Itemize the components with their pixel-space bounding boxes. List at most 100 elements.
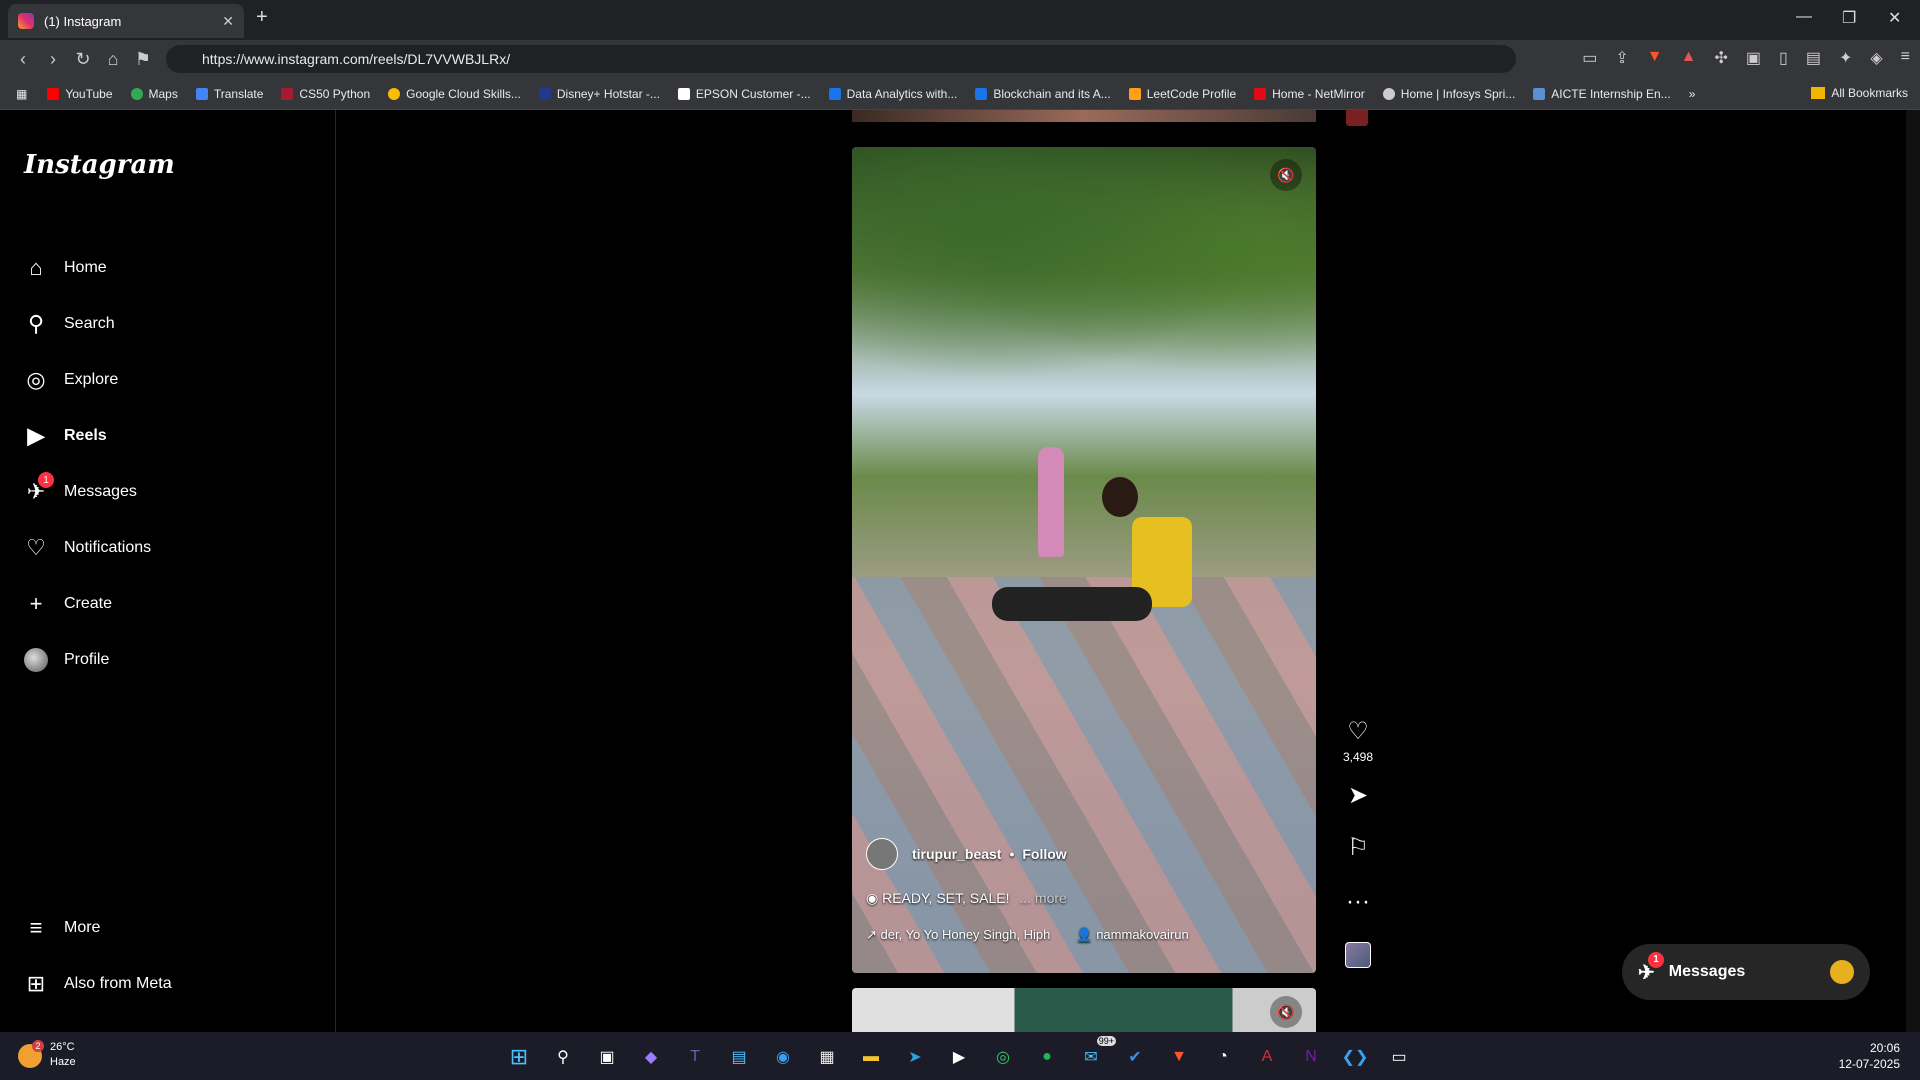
weather-widget[interactable]: 2 26°C Haze — [18, 1040, 76, 1070]
wallet-icon[interactable]: ▤ — [1806, 48, 1821, 68]
bookmark-cs50[interactable]: CS50 Python — [281, 87, 370, 101]
close-tab-icon[interactable]: ✕ — [222, 13, 234, 30]
bookmark-hotstar[interactable]: Disney+ Hotstar -... — [538, 87, 660, 101]
brave-icon[interactable]: ▼ — [1164, 1042, 1194, 1072]
sidebar-item-messages[interactable]: ✈ 1 Messages — [24, 468, 137, 516]
bookmark-aicte[interactable]: AICTE Internship En... — [1533, 87, 1671, 101]
all-bookmarks[interactable]: All Bookmarks — [1811, 86, 1908, 100]
menu-icon[interactable]: ≡ — [1901, 48, 1910, 68]
instagram-logo[interactable]: Instagram — [24, 150, 175, 180]
rewards-icon[interactable]: ▲ — [1681, 48, 1697, 68]
new-tab-icon[interactable]: + — [256, 6, 268, 29]
store-icon[interactable]: ▤ — [724, 1042, 754, 1072]
bookmark-translate[interactable]: Translate — [195, 86, 264, 101]
mute-icon[interactable]: 🔇 — [1270, 159, 1302, 191]
sidebar-item-create[interactable]: + Create — [24, 580, 112, 628]
author-username[interactable]: tirupur_beast — [912, 846, 1001, 862]
more-bookmarks-icon[interactable]: » — [1689, 87, 1696, 101]
save-action[interactable]: ⚐ — [1340, 836, 1376, 860]
sidebar-item-explore[interactable]: ◎ Explore — [24, 356, 118, 404]
screenshot-icon[interactable]: ▣ — [1746, 48, 1761, 68]
outlook-icon[interactable]: ✉ 99+ — [1076, 1036, 1116, 1072]
bookmark-label: Translate — [213, 86, 264, 101]
telegram-icon[interactable]: ➤ — [900, 1042, 930, 1072]
reel-caption[interactable]: ◉ READY, SET, SALE! ... more — [866, 890, 1306, 907]
bookmark-youtube[interactable]: YouTube — [47, 87, 113, 101]
sidebar-item-profile[interactable]: Profile — [24, 636, 109, 684]
brave-shield-icon[interactable]: ▼ — [1647, 48, 1663, 68]
bookmark-infosys[interactable]: Home | Infosys Spri... — [1382, 87, 1515, 101]
author-avatar[interactable] — [866, 838, 898, 870]
address-bar[interactable]: https://www.instagram.com/reels/DL7VVWBJ… — [166, 45, 1516, 73]
cast-icon[interactable]: ▭ — [1582, 48, 1597, 68]
leo-ai-icon[interactable]: ✦ — [1839, 48, 1852, 68]
task-view-icon[interactable]: ▣ — [592, 1042, 622, 1072]
minimize-icon[interactable]: — — [1796, 8, 1812, 26]
window-close-icon[interactable]: ✕ — [1888, 8, 1901, 28]
bookmark-page-icon[interactable]: ⚑ — [128, 49, 158, 70]
caption-more-link[interactable]: ... more — [1019, 890, 1066, 906]
audio-link[interactable]: ↗ der, Yo Yo Honey Singh, Hiph — [866, 927, 1050, 943]
audio-thumbnail[interactable] — [1340, 942, 1376, 968]
bookmark-google-cloud[interactable]: Google Cloud Skills... — [388, 87, 521, 101]
start-icon[interactable]: ⊞ — [504, 1042, 534, 1072]
mute-icon[interactable]: 🔇 — [1270, 996, 1302, 1028]
bookmark-epson[interactable]: EPSON Customer -... — [677, 87, 811, 101]
reload-icon[interactable]: ↻ — [68, 49, 98, 70]
weather-condition: Haze — [50, 1056, 76, 1068]
sidebar-item-also-from-meta[interactable]: ⊞ Also from Meta — [24, 960, 172, 1008]
like-action[interactable]: ♡ 3,498 — [1340, 720, 1376, 765]
more-action[interactable]: ··· — [1340, 890, 1376, 914]
calculator-icon[interactable]: ▦ — [812, 1042, 842, 1072]
system-clock[interactable]: 20:06 12-07-2025 — [1839, 1040, 1900, 1072]
vpn-icon[interactable]: ◈ — [1870, 48, 1882, 68]
next-reel-preview[interactable]: 🔇 — [852, 988, 1316, 1032]
messages-pill[interactable]: ✈ 1 Messages — [1622, 944, 1870, 1000]
page-scrollbar[interactable] — [1906, 110, 1920, 1032]
hotstar-icon — [538, 87, 551, 100]
clock-app-icon[interactable]: ◔ — [1208, 1042, 1238, 1072]
bookmark-netmirror[interactable]: Home - NetMirror — [1254, 87, 1365, 101]
bookmark-data-analytics[interactable]: Data Analytics with... — [828, 87, 957, 101]
onenote-icon[interactable]: N — [1296, 1042, 1326, 1072]
vscode-icon[interactable]: ❮❯ — [1340, 1042, 1370, 1072]
search-icon[interactable]: ⚲ — [548, 1042, 578, 1072]
more-options-icon[interactable]: ··· — [1346, 890, 1370, 914]
file-explorer-icon[interactable]: ▬ — [856, 1042, 886, 1072]
sidebar-item-more[interactable]: ≡ More — [24, 904, 101, 952]
spotify-icon[interactable]: ● — [1032, 1042, 1062, 1072]
browser-tab[interactable]: (1) Instagram ✕ — [8, 4, 244, 38]
adobe-icon[interactable]: A — [1252, 1042, 1282, 1072]
home-browser-icon[interactable]: ⌂ — [98, 49, 128, 70]
apps-grid-icon[interactable]: ▦ — [16, 87, 27, 101]
copilot-icon[interactable]: ◆ — [636, 1042, 666, 1072]
todo-icon[interactable]: ✔ — [1120, 1042, 1150, 1072]
share-icon[interactable]: ⇪ — [1615, 48, 1628, 68]
forward-icon[interactable]: › — [38, 49, 68, 70]
send-icon[interactable]: ➤ — [1348, 784, 1368, 808]
bookmark-blockchain[interactable]: Blockchain and its A... — [975, 87, 1111, 101]
previous-audio-thumbnail[interactable] — [1346, 110, 1368, 126]
whatsapp-icon[interactable]: ◎ — [988, 1042, 1018, 1072]
extensions-icon[interactable]: ✣ — [1714, 48, 1727, 68]
bookmark-maps[interactable]: Maps — [130, 87, 178, 101]
media-player-icon[interactable]: ▶ — [944, 1042, 974, 1072]
share-action[interactable]: ➤ — [1340, 784, 1376, 808]
restore-icon[interactable]: ❐ — [1842, 8, 1856, 28]
sidebar-item-notifications[interactable]: ♡ Notifications — [24, 524, 151, 572]
sidebar-item-label: Home — [64, 259, 107, 276]
bookmark-icon[interactable]: ⚐ — [1347, 836, 1369, 860]
sidebar-toggle-icon[interactable]: ▯ — [1779, 48, 1788, 68]
reel-video[interactable]: 🔇 tirupur_beast • Follow ◉ READY, SET, S… — [852, 147, 1316, 973]
follow-button[interactable]: Follow — [1022, 846, 1066, 862]
back-icon[interactable]: ‹ — [8, 49, 38, 70]
sidebar-item-home[interactable]: ⌂ Home — [24, 244, 107, 292]
teams-icon[interactable]: T — [680, 1042, 710, 1072]
bookmark-leetcode[interactable]: LeetCode Profile — [1128, 87, 1236, 101]
edge-icon[interactable]: ◉ — [768, 1042, 798, 1072]
terminal-icon[interactable]: ▭ — [1384, 1042, 1414, 1072]
tagged-user[interactable]: 👤 nammakovairun — [1076, 927, 1188, 943]
sidebar-item-reels[interactable]: ▶ Reels — [24, 412, 107, 460]
heart-icon[interactable]: ♡ — [1347, 720, 1369, 744]
sidebar-item-search[interactable]: ⚲ Search — [24, 300, 115, 348]
